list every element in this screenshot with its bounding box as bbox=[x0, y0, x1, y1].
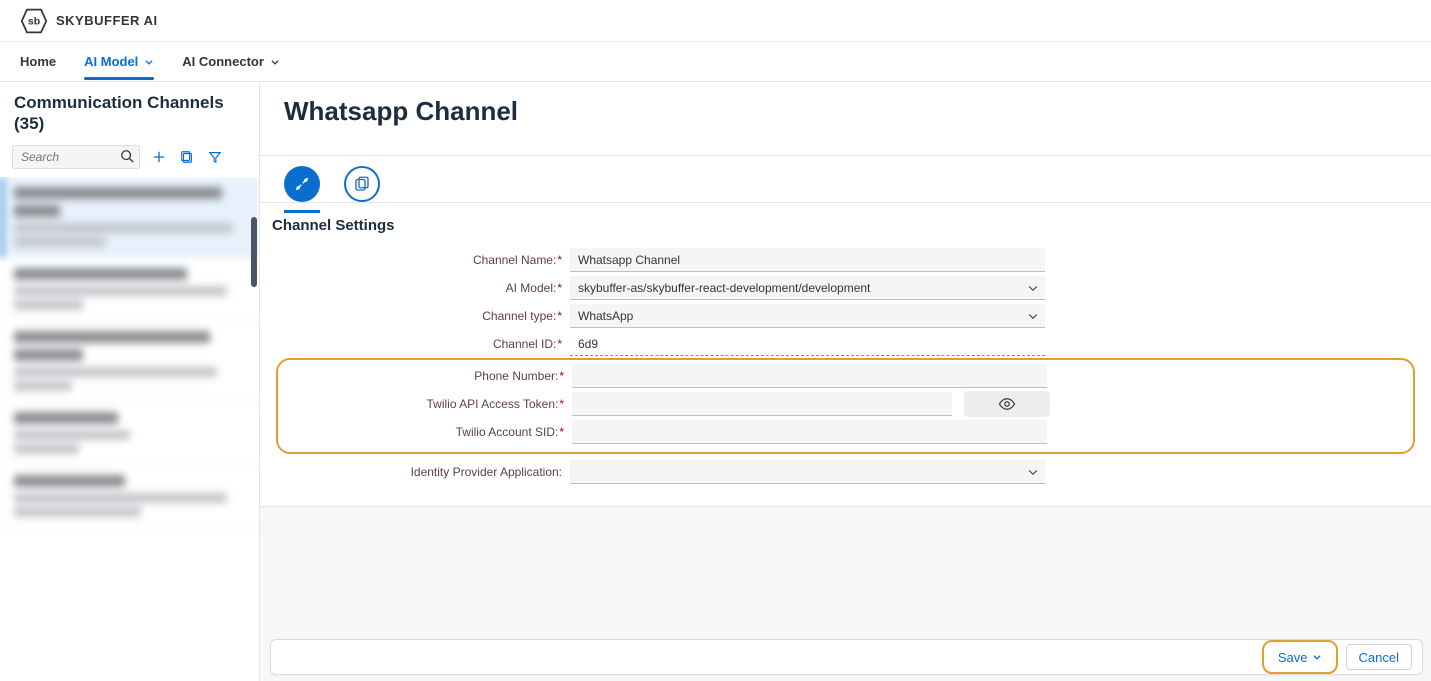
tab-secondary[interactable] bbox=[344, 166, 380, 202]
app-header: sb SKYBUFFER AI bbox=[0, 0, 1431, 42]
select-idp-app[interactable] bbox=[570, 460, 1045, 484]
brand-name: SKYBUFFER AI bbox=[56, 13, 158, 28]
select-channel-type[interactable] bbox=[570, 304, 1045, 328]
page-title: Whatsapp Channel bbox=[284, 96, 1407, 127]
main-panel: Whatsapp Channel Channel Settings Channe… bbox=[260, 82, 1431, 681]
row-channel-name: Channel Name:* bbox=[284, 246, 1407, 274]
main-layout: Communication Channels (35) bbox=[0, 82, 1431, 681]
chevron-down-icon bbox=[1312, 652, 1322, 662]
brand-logo-icon: sb bbox=[20, 7, 48, 35]
label-idp-app: Identity Provider Application: bbox=[284, 465, 564, 479]
form: Channel Name:* AI Model:* Channel type:*… bbox=[260, 242, 1431, 507]
nav-ai-connector-label: AI Connector bbox=[182, 54, 264, 69]
reveal-token-button[interactable] bbox=[964, 391, 1050, 417]
top-nav: Home AI Model AI Connector bbox=[0, 42, 1431, 82]
label-channel-name: Channel Name:* bbox=[284, 253, 564, 267]
row-twilio-token: Twilio API Access Token:* bbox=[286, 390, 1405, 418]
row-idp-app: Identity Provider Application: bbox=[284, 458, 1407, 486]
select-ai-model[interactable] bbox=[570, 276, 1045, 300]
icon-tabs bbox=[260, 156, 1431, 203]
nav-ai-model-label: AI Model bbox=[84, 54, 138, 69]
footer-bar: Save Cancel bbox=[270, 639, 1423, 675]
tab-settings[interactable] bbox=[284, 166, 320, 202]
list-item[interactable] bbox=[0, 321, 259, 402]
filter-button[interactable] bbox=[206, 148, 224, 166]
list-item[interactable] bbox=[0, 258, 259, 321]
cancel-button[interactable]: Cancel bbox=[1346, 644, 1412, 670]
input-channel-id[interactable] bbox=[570, 332, 1045, 356]
highlight-twilio-fields: Phone Number:* Twilio API Access Token:*… bbox=[276, 358, 1415, 454]
list-item[interactable] bbox=[0, 177, 259, 258]
input-channel-name[interactable] bbox=[570, 248, 1045, 272]
row-channel-id: Channel ID:* bbox=[284, 330, 1407, 358]
label-channel-type: Channel type:* bbox=[284, 309, 564, 323]
row-ai-model: AI Model:* bbox=[284, 274, 1407, 302]
section-title: Channel Settings bbox=[260, 203, 1431, 242]
nav-home[interactable]: Home bbox=[20, 54, 56, 69]
input-twilio-token[interactable] bbox=[572, 392, 952, 416]
row-twilio-sid: Twilio Account SID:* bbox=[286, 418, 1405, 446]
row-channel-type: Channel type:* bbox=[284, 302, 1407, 330]
svg-text:sb: sb bbox=[28, 15, 40, 27]
save-button-label: Save bbox=[1278, 650, 1308, 665]
list-item[interactable] bbox=[0, 402, 259, 465]
list-item[interactable] bbox=[0, 465, 259, 528]
brand: sb SKYBUFFER AI bbox=[20, 7, 158, 35]
label-twilio-token: Twilio API Access Token:* bbox=[286, 397, 566, 411]
copy-button[interactable] bbox=[178, 148, 196, 166]
search-input-wrap bbox=[12, 145, 140, 169]
nav-home-label: Home bbox=[20, 54, 56, 69]
input-phone-number[interactable] bbox=[572, 364, 1047, 388]
label-ai-model: AI Model:* bbox=[284, 281, 564, 295]
cancel-button-label: Cancel bbox=[1359, 650, 1399, 665]
nav-ai-connector[interactable]: AI Connector bbox=[182, 54, 280, 69]
page-header: Whatsapp Channel bbox=[260, 82, 1431, 156]
sidebar-list[interactable] bbox=[0, 177, 259, 681]
label-channel-id: Channel ID:* bbox=[284, 337, 564, 351]
save-button[interactable]: Save bbox=[1266, 644, 1334, 670]
add-button[interactable] bbox=[150, 148, 168, 166]
nav-ai-model[interactable]: AI Model bbox=[84, 54, 154, 69]
label-twilio-sid: Twilio Account SID:* bbox=[286, 425, 566, 439]
label-phone-number: Phone Number:* bbox=[286, 369, 566, 383]
row-phone-number: Phone Number:* bbox=[286, 362, 1405, 390]
sidebar-title: Communication Channels (35) bbox=[0, 82, 259, 141]
eye-icon bbox=[998, 395, 1016, 413]
sidebar: Communication Channels (35) bbox=[0, 82, 260, 681]
chevron-down-icon bbox=[270, 57, 280, 67]
input-twilio-sid[interactable] bbox=[572, 420, 1047, 444]
search-icon bbox=[120, 149, 134, 163]
sidebar-toolbar bbox=[0, 141, 259, 177]
chevron-down-icon bbox=[144, 57, 154, 67]
highlight-save: Save bbox=[1262, 640, 1338, 674]
